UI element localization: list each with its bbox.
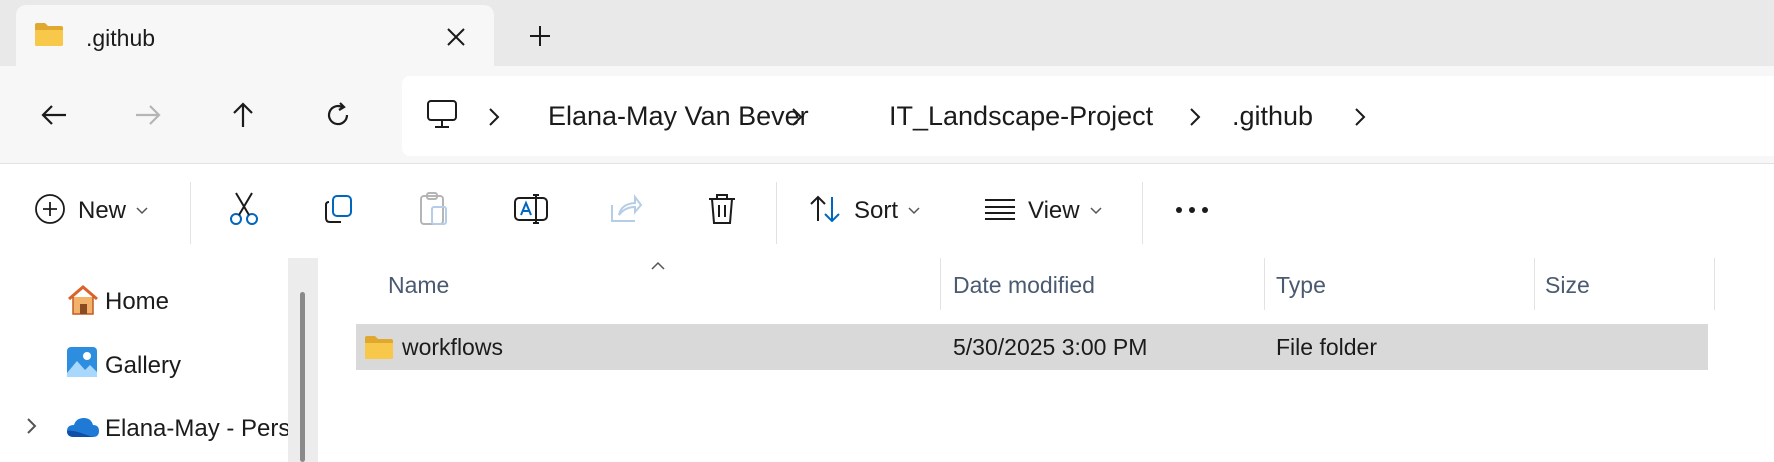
see-more-button[interactable] [1174,188,1210,234]
address-bar[interactable]: Elana-May Van Bever IT_Landscape-Project… [402,76,1774,156]
table-row[interactable]: workflows 5/30/2025 3:00 PM File folder [356,324,1708,370]
command-bar: New Sort View [0,163,1774,259]
column-divider[interactable] [940,258,941,310]
view-button[interactable]: View [984,188,1102,234]
tab-title: .github [86,25,156,51]
chevron-right-icon[interactable] [785,105,809,129]
more-icon [1174,202,1210,220]
sort-ascending-icon [650,258,666,276]
sort-button[interactable]: Sort [808,188,920,234]
file-name: workflows [402,334,503,360]
separator [776,182,777,244]
new-label: New [78,197,127,224]
delete-button[interactable] [706,188,738,234]
sort-label: Sort [854,197,899,224]
tab-strip: .github [0,0,1774,71]
trash-icon [706,192,738,231]
copy-icon [323,193,355,230]
file-type: File folder [1276,334,1377,360]
scrollbar-thumb[interactable] [300,292,305,462]
share-icon [609,193,643,230]
folder-icon [34,21,64,52]
nav-item-label: Gallery [105,352,182,379]
nav-item-label: Home [105,288,170,315]
breadcrumb-item[interactable]: Elana-May Van Bever [548,101,809,132]
chevron-down-icon [136,202,148,220]
separator [1142,182,1143,244]
breadcrumb-item[interactable]: .github [1232,101,1313,132]
breadcrumb-item[interactable]: IT_Landscape-Project [889,101,1153,132]
column-divider[interactable] [1264,258,1265,310]
cut-button[interactable] [228,188,260,234]
file-list: Name Date modified Type Size workflows 5… [318,258,1774,462]
view-list-icon [984,197,1016,226]
tab-github[interactable]: .github [16,5,494,71]
file-date-modified: 5/30/2025 3:00 PM [953,334,1148,360]
chevron-right-icon[interactable] [1348,105,1372,129]
view-label: View [1028,197,1080,224]
column-header-name[interactable]: Name [388,272,449,299]
sort-icon [808,193,842,230]
column-header-size[interactable]: Size [1545,272,1590,299]
navigation-pane: Home Gallery Elana-May - Perso [0,258,318,462]
file-explorer-window: .github Elana-May Van Bever IT_Landscape… [0,0,1774,462]
rename-button[interactable] [513,188,549,234]
up-button[interactable] [223,95,263,135]
this-pc-icon[interactable] [426,98,458,135]
navigation-bar: Elana-May Van Bever IT_Landscape-Project… [0,66,1774,163]
new-tab-button[interactable] [524,20,556,52]
navigation-pane-scrollbar[interactable] [288,258,318,462]
chevron-down-icon [908,202,920,220]
home-icon [66,284,100,321]
new-button[interactable]: New [34,188,148,234]
chevron-right-icon[interactable] [1183,105,1207,129]
forward-button[interactable] [128,95,168,135]
plus-circle-icon [34,193,66,230]
column-header-type[interactable]: Type [1276,272,1326,299]
nav-item-gallery[interactable]: Gallery [0,338,288,394]
onedrive-cloud-icon [66,415,100,444]
rename-icon [513,193,549,230]
column-divider[interactable] [1714,258,1715,310]
back-button[interactable] [34,95,74,135]
column-divider[interactable] [1534,258,1535,310]
separator [190,182,191,244]
gallery-icon [66,346,98,383]
nav-item-onedrive[interactable]: Elana-May - Perso [0,401,304,457]
folder-icon [364,334,394,365]
chevron-down-icon [1090,202,1102,220]
refresh-button[interactable] [318,95,358,135]
chevron-right-icon[interactable] [26,417,38,440]
clipboard-icon [418,191,450,232]
paste-button[interactable] [418,188,450,234]
scissors-icon [228,191,260,232]
share-button[interactable] [609,188,643,234]
nav-item-home[interactable]: Home [0,274,288,330]
nav-item-label: Elana-May - Perso [105,415,304,442]
close-icon[interactable] [440,21,472,53]
copy-button[interactable] [323,188,355,234]
column-header-date-modified[interactable]: Date modified [953,272,1095,299]
chevron-right-icon[interactable] [482,105,506,129]
